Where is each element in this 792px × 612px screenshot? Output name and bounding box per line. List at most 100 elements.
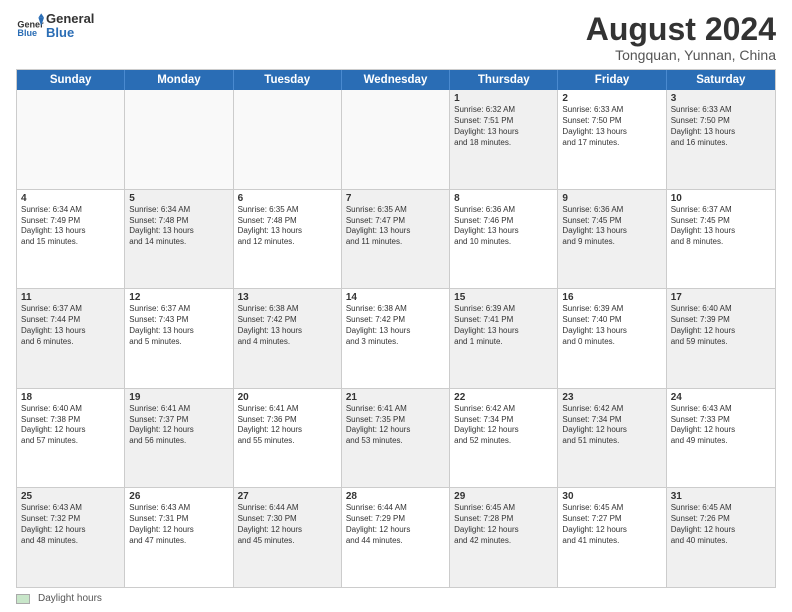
calendar-cell: 27Sunrise: 6:44 AM Sunset: 7:30 PM Dayli… bbox=[234, 488, 342, 587]
main-title: August 2024 bbox=[586, 12, 776, 47]
day-info: Sunrise: 6:41 AM Sunset: 7:37 PM Dayligh… bbox=[129, 404, 228, 447]
day-number: 1 bbox=[454, 93, 553, 104]
logo: General Blue General Blue bbox=[16, 12, 94, 41]
calendar-body: 1Sunrise: 6:32 AM Sunset: 7:51 PM Daylig… bbox=[17, 90, 775, 587]
calendar-cell: 2Sunrise: 6:33 AM Sunset: 7:50 PM Daylig… bbox=[558, 90, 666, 189]
calendar-cell: 25Sunrise: 6:43 AM Sunset: 7:32 PM Dayli… bbox=[17, 488, 125, 587]
day-number: 9 bbox=[562, 193, 661, 204]
day-number: 28 bbox=[346, 491, 445, 502]
day-number: 17 bbox=[671, 292, 771, 303]
calendar-cell: 17Sunrise: 6:40 AM Sunset: 7:39 PM Dayli… bbox=[667, 289, 775, 388]
day-number: 13 bbox=[238, 292, 337, 303]
calendar-cell: 1Sunrise: 6:32 AM Sunset: 7:51 PM Daylig… bbox=[450, 90, 558, 189]
calendar-cell: 28Sunrise: 6:44 AM Sunset: 7:29 PM Dayli… bbox=[342, 488, 450, 587]
calendar-cell: 21Sunrise: 6:41 AM Sunset: 7:35 PM Dayli… bbox=[342, 389, 450, 488]
calendar-header-monday: Monday bbox=[125, 70, 233, 90]
calendar-cell: 4Sunrise: 6:34 AM Sunset: 7:49 PM Daylig… bbox=[17, 190, 125, 289]
calendar-cell: 8Sunrise: 6:36 AM Sunset: 7:46 PM Daylig… bbox=[450, 190, 558, 289]
day-number: 18 bbox=[21, 392, 120, 403]
day-info: Sunrise: 6:38 AM Sunset: 7:42 PM Dayligh… bbox=[346, 304, 445, 347]
day-info: Sunrise: 6:39 AM Sunset: 7:40 PM Dayligh… bbox=[562, 304, 661, 347]
header: General Blue General Blue August 2024 To… bbox=[16, 12, 776, 63]
footer: Daylight hours bbox=[16, 593, 776, 604]
calendar-header-row: SundayMondayTuesdayWednesdayThursdayFrid… bbox=[17, 70, 775, 90]
calendar-header-friday: Friday bbox=[558, 70, 666, 90]
day-number: 8 bbox=[454, 193, 553, 204]
calendar-header-thursday: Thursday bbox=[450, 70, 558, 90]
calendar-cell: 14Sunrise: 6:38 AM Sunset: 7:42 PM Dayli… bbox=[342, 289, 450, 388]
calendar-cell: 22Sunrise: 6:42 AM Sunset: 7:34 PM Dayli… bbox=[450, 389, 558, 488]
day-info: Sunrise: 6:37 AM Sunset: 7:43 PM Dayligh… bbox=[129, 304, 228, 347]
calendar-cell: 15Sunrise: 6:39 AM Sunset: 7:41 PM Dayli… bbox=[450, 289, 558, 388]
day-info: Sunrise: 6:43 AM Sunset: 7:31 PM Dayligh… bbox=[129, 503, 228, 546]
calendar-cell: 24Sunrise: 6:43 AM Sunset: 7:33 PM Dayli… bbox=[667, 389, 775, 488]
calendar-cell: 19Sunrise: 6:41 AM Sunset: 7:37 PM Dayli… bbox=[125, 389, 233, 488]
day-number: 11 bbox=[21, 292, 120, 303]
logo-icon: General Blue bbox=[16, 12, 44, 40]
day-info: Sunrise: 6:38 AM Sunset: 7:42 PM Dayligh… bbox=[238, 304, 337, 347]
day-info: Sunrise: 6:44 AM Sunset: 7:30 PM Dayligh… bbox=[238, 503, 337, 546]
day-info: Sunrise: 6:34 AM Sunset: 7:49 PM Dayligh… bbox=[21, 205, 120, 248]
calendar-cell: 7Sunrise: 6:35 AM Sunset: 7:47 PM Daylig… bbox=[342, 190, 450, 289]
calendar-cell bbox=[17, 90, 125, 189]
calendar-cell bbox=[125, 90, 233, 189]
calendar-cell: 26Sunrise: 6:43 AM Sunset: 7:31 PM Dayli… bbox=[125, 488, 233, 587]
logo-blue-text: Blue bbox=[46, 26, 94, 40]
day-number: 31 bbox=[671, 491, 771, 502]
day-number: 7 bbox=[346, 193, 445, 204]
day-info: Sunrise: 6:41 AM Sunset: 7:35 PM Dayligh… bbox=[346, 404, 445, 447]
day-info: Sunrise: 6:40 AM Sunset: 7:39 PM Dayligh… bbox=[671, 304, 771, 347]
day-info: Sunrise: 6:42 AM Sunset: 7:34 PM Dayligh… bbox=[562, 404, 661, 447]
calendar-header-tuesday: Tuesday bbox=[234, 70, 342, 90]
day-info: Sunrise: 6:43 AM Sunset: 7:33 PM Dayligh… bbox=[671, 404, 771, 447]
day-info: Sunrise: 6:33 AM Sunset: 7:50 PM Dayligh… bbox=[562, 105, 661, 148]
calendar-cell: 3Sunrise: 6:33 AM Sunset: 7:50 PM Daylig… bbox=[667, 90, 775, 189]
day-number: 23 bbox=[562, 392, 661, 403]
day-number: 6 bbox=[238, 193, 337, 204]
calendar-cell: 10Sunrise: 6:37 AM Sunset: 7:45 PM Dayli… bbox=[667, 190, 775, 289]
calendar-header-wednesday: Wednesday bbox=[342, 70, 450, 90]
day-info: Sunrise: 6:39 AM Sunset: 7:41 PM Dayligh… bbox=[454, 304, 553, 347]
day-number: 21 bbox=[346, 392, 445, 403]
day-info: Sunrise: 6:36 AM Sunset: 7:45 PM Dayligh… bbox=[562, 205, 661, 248]
day-info: Sunrise: 6:35 AM Sunset: 7:47 PM Dayligh… bbox=[346, 205, 445, 248]
day-number: 27 bbox=[238, 491, 337, 502]
logo-text: General Blue bbox=[46, 12, 94, 41]
day-info: Sunrise: 6:35 AM Sunset: 7:48 PM Dayligh… bbox=[238, 205, 337, 248]
day-info: Sunrise: 6:37 AM Sunset: 7:44 PM Dayligh… bbox=[21, 304, 120, 347]
day-info: Sunrise: 6:40 AM Sunset: 7:38 PM Dayligh… bbox=[21, 404, 120, 447]
day-number: 12 bbox=[129, 292, 228, 303]
page: General Blue General Blue August 2024 To… bbox=[0, 0, 792, 612]
calendar: SundayMondayTuesdayWednesdayThursdayFrid… bbox=[16, 69, 776, 588]
day-number: 14 bbox=[346, 292, 445, 303]
day-number: 30 bbox=[562, 491, 661, 502]
day-info: Sunrise: 6:41 AM Sunset: 7:36 PM Dayligh… bbox=[238, 404, 337, 447]
day-number: 25 bbox=[21, 491, 120, 502]
day-number: 3 bbox=[671, 93, 771, 104]
calendar-cell: 30Sunrise: 6:45 AM Sunset: 7:27 PM Dayli… bbox=[558, 488, 666, 587]
day-number: 29 bbox=[454, 491, 553, 502]
day-number: 22 bbox=[454, 392, 553, 403]
calendar-cell: 13Sunrise: 6:38 AM Sunset: 7:42 PM Dayli… bbox=[234, 289, 342, 388]
calendar-week-2: 11Sunrise: 6:37 AM Sunset: 7:44 PM Dayli… bbox=[17, 289, 775, 389]
calendar-cell: 23Sunrise: 6:42 AM Sunset: 7:34 PM Dayli… bbox=[558, 389, 666, 488]
day-info: Sunrise: 6:45 AM Sunset: 7:28 PM Dayligh… bbox=[454, 503, 553, 546]
calendar-cell: 6Sunrise: 6:35 AM Sunset: 7:48 PM Daylig… bbox=[234, 190, 342, 289]
legend-box bbox=[16, 594, 30, 604]
day-number: 16 bbox=[562, 292, 661, 303]
day-info: Sunrise: 6:42 AM Sunset: 7:34 PM Dayligh… bbox=[454, 404, 553, 447]
calendar-cell: 31Sunrise: 6:45 AM Sunset: 7:26 PM Dayli… bbox=[667, 488, 775, 587]
day-info: Sunrise: 6:37 AM Sunset: 7:45 PM Dayligh… bbox=[671, 205, 771, 248]
day-info: Sunrise: 6:44 AM Sunset: 7:29 PM Dayligh… bbox=[346, 503, 445, 546]
day-number: 5 bbox=[129, 193, 228, 204]
calendar-cell bbox=[342, 90, 450, 189]
calendar-cell: 18Sunrise: 6:40 AM Sunset: 7:38 PM Dayli… bbox=[17, 389, 125, 488]
day-number: 2 bbox=[562, 93, 661, 104]
day-info: Sunrise: 6:45 AM Sunset: 7:26 PM Dayligh… bbox=[671, 503, 771, 546]
title-block: August 2024 Tongquan, Yunnan, China bbox=[586, 12, 776, 63]
day-number: 19 bbox=[129, 392, 228, 403]
calendar-week-0: 1Sunrise: 6:32 AM Sunset: 7:51 PM Daylig… bbox=[17, 90, 775, 190]
calendar-header-sunday: Sunday bbox=[17, 70, 125, 90]
day-info: Sunrise: 6:45 AM Sunset: 7:27 PM Dayligh… bbox=[562, 503, 661, 546]
day-info: Sunrise: 6:32 AM Sunset: 7:51 PM Dayligh… bbox=[454, 105, 553, 148]
